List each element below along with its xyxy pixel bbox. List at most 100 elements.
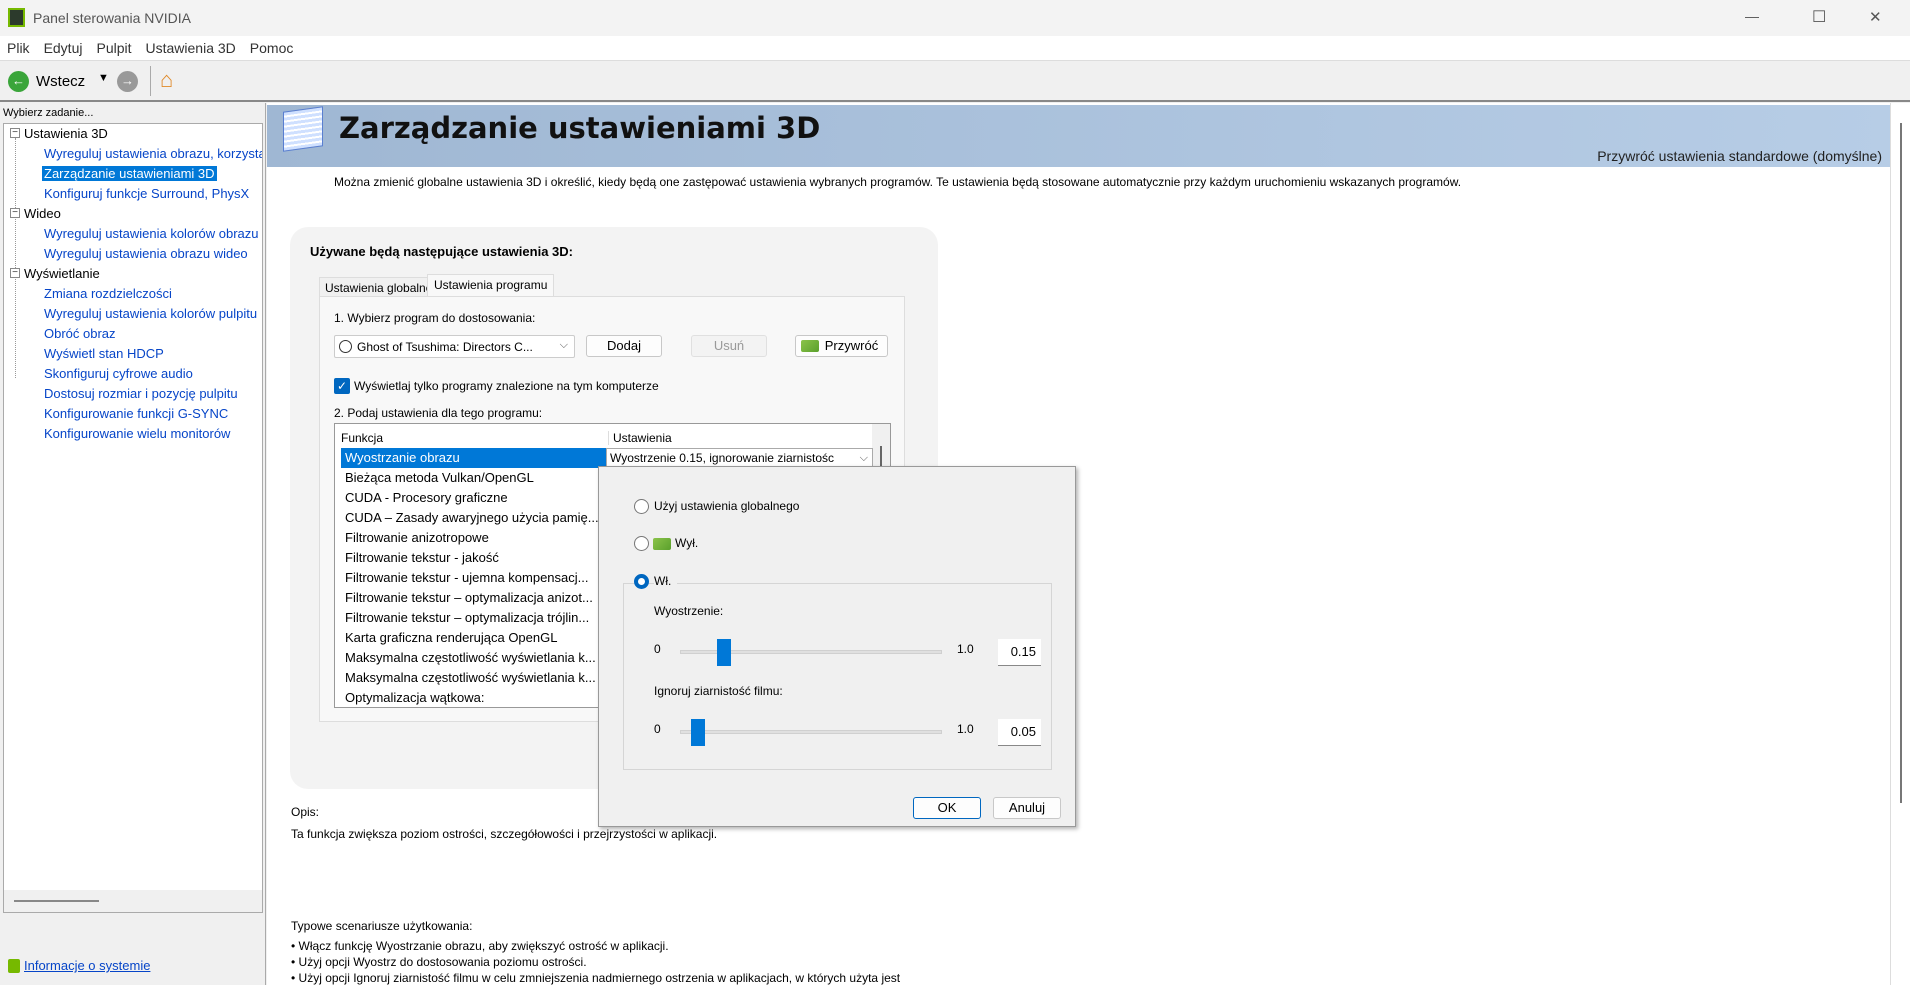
tab-program[interactable]: Ustawienia programu	[427, 274, 555, 298]
radio-off[interactable]	[634, 536, 649, 551]
tree-group-display[interactable]: Wyświetlanie	[24, 266, 100, 281]
menu-pomoc[interactable]: Pomoc	[243, 36, 301, 56]
history-dropdown-icon[interactable]: ▼	[98, 72, 109, 84]
system-info-link[interactable]: Informacje o systemie	[24, 958, 150, 973]
task-sidebar: Wybierz zadanie... − Ustawienia 3D Wyreg…	[0, 103, 266, 985]
main-content: Zarządzanie ustawieniami 3D Przywróć ust…	[267, 103, 1890, 985]
table-row[interactable]: Karta graficzna renderująca OpenGL	[341, 628, 599, 648]
tree-item-audio[interactable]: Skonfiguruj cyfrowe audio	[44, 366, 193, 381]
table-row[interactable]: Filtrowanie anizotropowe	[341, 528, 599, 548]
setting-value-select[interactable]: Wyostrzenie 0.15, ignorowanie ziarnistoś…	[606, 448, 873, 468]
home-icon[interactable]: ⌂	[160, 67, 173, 93]
row-function: Optymalizacja wątkowa:	[345, 690, 485, 705]
restore-button[interactable]: Przywróć	[795, 335, 888, 357]
table-row[interactable]: Filtrowanie tekstur - ujemna kompensacj.…	[341, 568, 599, 588]
toolbar-divider	[150, 66, 151, 96]
table-row[interactable]: Bieżąca metoda Vulkan/OpenGL	[341, 468, 599, 488]
collapse-icon[interactable]: −	[10, 128, 20, 138]
program-value: Ghost of Tsushima: Directors C...	[357, 340, 533, 354]
tree-item-video-image[interactable]: Wyreguluj ustawienia obrazu wideo	[44, 246, 248, 261]
tree-item-desktop-color[interactable]: Wyreguluj ustawienia kolorów pulpitu	[44, 306, 257, 321]
row-function: Filtrowanie tekstur - jakość	[345, 550, 499, 565]
tree-item-resolution[interactable]: Zmiana rozdzielczości	[44, 286, 172, 301]
tree-item-surround-physx[interactable]: Konfiguruj funkcje Surround, PhysX	[44, 186, 249, 201]
chevron-down-icon: ⌵	[859, 452, 868, 464]
horizontal-scrollbar[interactable]	[4, 890, 262, 912]
sharpen-min: 0	[654, 642, 661, 656]
row-function: Filtrowanie tekstur – optymalizacja trój…	[345, 610, 590, 625]
radio-off-label[interactable]: Wył.	[675, 536, 698, 550]
table-row[interactable]: Maksymalna częstotliwość wyświetlania k.…	[341, 668, 599, 688]
tree-item-manage-3d[interactable]: Zarządzanie ustawieniami 3D	[42, 166, 217, 181]
grain-min: 0	[654, 722, 661, 736]
radio-use-global-label[interactable]: Użyj ustawienia globalnego	[654, 499, 799, 513]
menu-pulpit[interactable]: Pulpit	[89, 36, 138, 56]
grain-value-input[interactable]: 0.05	[998, 719, 1041, 746]
table-row[interactable]: Filtrowanie tekstur - jakość	[341, 548, 599, 568]
tree-item-hdcp[interactable]: Wyświetl stan HDCP	[44, 346, 164, 361]
table-row[interactable]: CUDA – Zasady awaryjnego użycia pamię...	[341, 508, 599, 528]
scenario-item: • Użyj opcji Ignoruj ziarnistość filmu w…	[291, 971, 901, 985]
maximize-button[interactable]: ☐	[1812, 7, 1826, 27]
table-row[interactable]: Filtrowanie tekstur – optymalizacja trój…	[341, 608, 599, 628]
only-found-checkbox[interactable]: ✓	[334, 378, 350, 394]
column-header-function[interactable]: Funkcja	[341, 431, 383, 445]
tree-group-video[interactable]: Wideo	[24, 206, 61, 221]
table-row[interactable]: Maksymalna częstotliwość wyświetlania k.…	[341, 648, 599, 668]
table-row[interactable]: Optymalizacja wątkowa:	[341, 688, 599, 707]
page-header: Zarządzanie ustawieniami 3D Przywróć ust…	[267, 105, 1890, 167]
menu-ustawienia-3d[interactable]: Ustawienia 3D	[139, 36, 243, 56]
row-function: Maksymalna częstotliwość wyświetlania k.…	[345, 650, 596, 665]
row-function: CUDA – Zasady awaryjnego użycia pamię...	[345, 510, 599, 525]
close-button[interactable]: ✕	[1869, 8, 1882, 26]
grain-slider-thumb[interactable]	[691, 719, 706, 746]
tree-item-video-color[interactable]: Wyreguluj ustawienia kolorów obrazu	[44, 226, 259, 241]
collapse-icon[interactable]: −	[10, 208, 20, 218]
radio-use-global[interactable]	[634, 499, 649, 514]
radio-on-label[interactable]: Wł.	[654, 574, 678, 588]
nvidia-app-icon	[8, 8, 25, 27]
add-button[interactable]: Dodaj	[586, 335, 662, 357]
scenarios-label: Typowe scenariusze użytkowania:	[291, 919, 473, 933]
page-title: Zarządzanie ustawieniami 3D	[339, 111, 821, 145]
menu-edytuj[interactable]: Edytuj	[37, 36, 90, 56]
program-select[interactable]: Ghost of Tsushima: Directors C... ⌵	[334, 335, 575, 358]
ok-button[interactable]: OK	[913, 797, 981, 819]
grain-slider-track[interactable]	[680, 730, 942, 734]
tree-item-image-preview[interactable]: Wyreguluj ustawienia obrazu, korzystając…	[44, 146, 262, 161]
column-header-settings[interactable]: Ustawienia	[608, 431, 828, 445]
row-function: Maksymalna częstotliwość wyświetlania k.…	[345, 670, 596, 685]
tree-item-multi-monitor[interactable]: Konfigurowanie wielu monitorów	[44, 426, 230, 441]
restore-defaults-link[interactable]: Przywróć ustawienia standardowe (domyśln…	[1597, 148, 1882, 164]
tree-guide	[15, 138, 16, 378]
3d-settings-icon	[283, 106, 323, 152]
tree-group-3d[interactable]: Ustawienia 3D	[24, 126, 108, 141]
tree-item-desktop-size[interactable]: Dostosuj rozmiar i pozycję pulpitu	[44, 386, 238, 401]
collapse-icon[interactable]: −	[10, 268, 20, 278]
table-row-selected[interactable]: Wyostrzanie obrazu	[341, 448, 606, 468]
table-row[interactable]: CUDA - Procesory graficzne	[341, 488, 599, 508]
remove-button[interactable]: Usuń	[691, 335, 767, 357]
nvidia-logo-icon	[653, 538, 671, 550]
sharpen-value-input[interactable]: 0.15	[998, 639, 1041, 666]
title-bar: Panel sterowania NVIDIA — ☐ ✕	[0, 0, 1910, 36]
menu-plik[interactable]: Plik	[0, 36, 37, 56]
radio-on[interactable]	[634, 574, 649, 589]
window-title: Panel sterowania NVIDIA	[33, 10, 191, 26]
panel-heading: Używane będą następujące ustawienia 3D:	[310, 244, 573, 259]
tab-global[interactable]: Ustawienia globalne	[319, 277, 439, 297]
sharpen-slider-thumb[interactable]	[717, 639, 732, 666]
only-found-label[interactable]: Wyświetlaj tylko programy znalezione na …	[354, 379, 659, 393]
chevron-down-icon: ⌵	[559, 339, 568, 351]
grain-label: Ignoruj ziarnistość filmu:	[654, 684, 783, 698]
nvidia-logo-icon	[801, 340, 819, 352]
minimize-button[interactable]: —	[1745, 8, 1759, 24]
table-row[interactable]: Filtrowanie tekstur – optymalizacja aniz…	[341, 588, 599, 608]
forward-arrow-icon[interactable]: →	[117, 71, 138, 92]
sidebar-prompt: Wybierz zadanie...	[3, 107, 94, 119]
row-function: Wyostrzanie obrazu	[345, 450, 460, 465]
tree-item-rotate[interactable]: Obróć obraz	[44, 326, 116, 341]
tree-item-gsync[interactable]: Konfigurowanie funkcji G-SYNC	[44, 406, 228, 421]
main-scrollbar[interactable]	[1890, 103, 1910, 985]
cancel-button[interactable]: Anuluj	[993, 797, 1061, 819]
